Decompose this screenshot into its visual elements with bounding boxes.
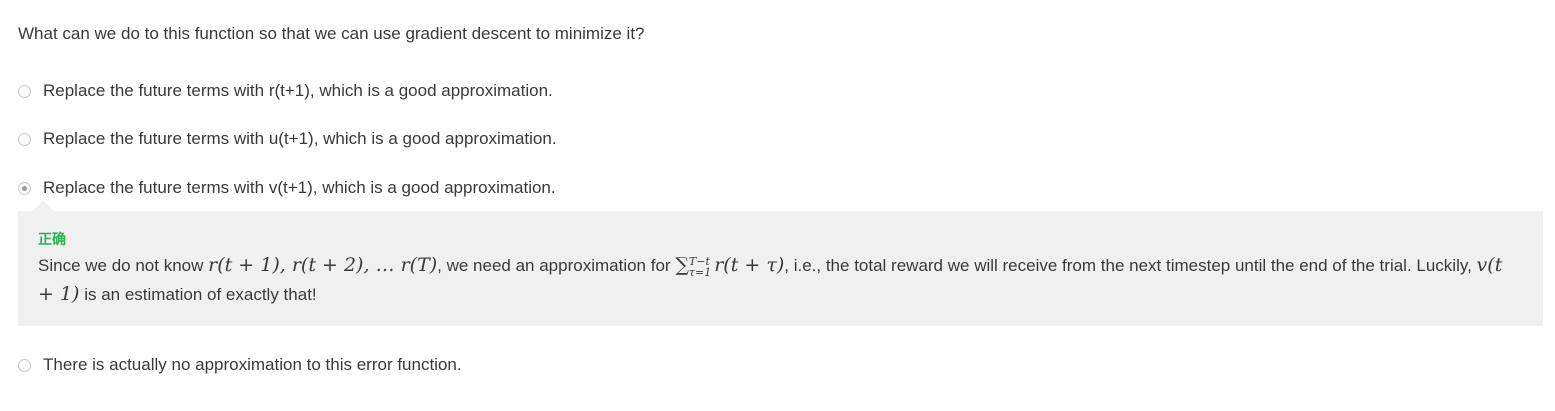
option-no-approximation[interactable]: There is actually no approximation to th… — [18, 353, 462, 377]
radio-button[interactable] — [18, 132, 31, 146]
question-text: What can we do to this function so that … — [18, 24, 645, 43]
option-r-approximation[interactable]: Replace the future terms with r(t+1), wh… — [18, 79, 553, 103]
explanation-text: Since we do not know — [38, 256, 209, 275]
explanation-text: , we need an approximation for — [437, 256, 676, 275]
feedback-status: 正确 — [38, 231, 66, 247]
feedback-panel: 正确 Since we do not know r(t + 1), r(t + … — [18, 211, 1543, 326]
option-label[interactable]: Replace the future terms with u(t+1), wh… — [43, 129, 557, 149]
feedback-explanation: Since we do not know r(t + 1), r(t + 2),… — [38, 251, 1508, 309]
radio-button[interactable] — [18, 84, 31, 98]
sum-symbol: ∑ — [675, 254, 689, 276]
feedback-pointer — [32, 201, 54, 211]
explanation-text: is an estimation of exactly that! — [79, 285, 317, 304]
option-label[interactable]: Replace the future terms with v(t+1), wh… — [43, 178, 556, 198]
explanation-text: , i.e., the total reward we will receive… — [784, 256, 1477, 275]
sum-limits: T−t τ=1 — [689, 256, 711, 278]
sum-upper-limit: T−t — [688, 254, 710, 268]
math-expression: r(t + τ) — [714, 254, 785, 276]
radio-button[interactable] — [18, 358, 31, 372]
math-expression: r(t + 1), r(t + 2), … r(T) — [208, 254, 438, 276]
option-label[interactable]: Replace the future terms with r(t+1), wh… — [43, 81, 553, 101]
option-label[interactable]: There is actually no approximation to th… — [43, 355, 462, 375]
radio-button-selected[interactable] — [18, 181, 31, 195]
option-v-approximation[interactable]: Replace the future terms with v(t+1), wh… — [18, 176, 556, 200]
option-u-approximation[interactable]: Replace the future terms with u(t+1), wh… — [18, 127, 557, 151]
sum-lower-limit: τ=1 — [688, 265, 712, 279]
